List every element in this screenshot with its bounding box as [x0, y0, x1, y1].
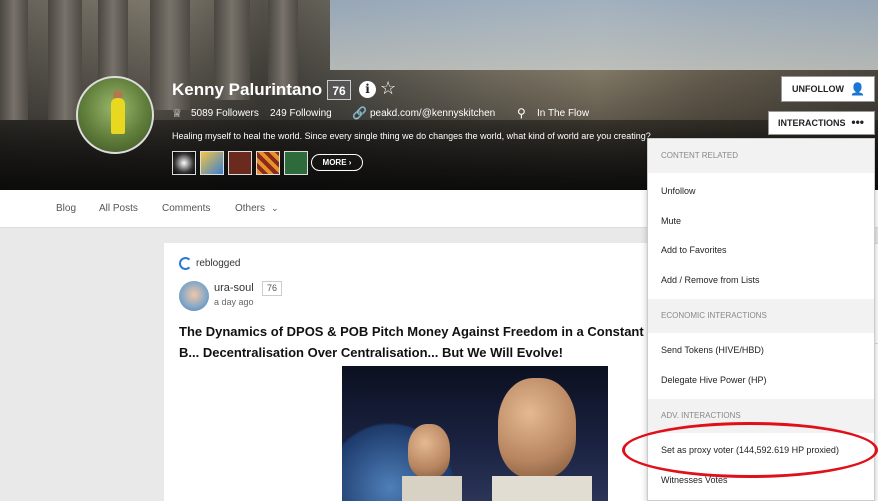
image-collar: [492, 476, 592, 501]
info-icon[interactable]: i: [359, 81, 376, 98]
more-label: MORE: [322, 158, 347, 167]
badge-icon[interactable]: [228, 151, 252, 175]
image-collar: [402, 476, 462, 501]
image-face: [498, 378, 576, 478]
profile-avatar[interactable]: [76, 76, 154, 154]
post-author[interactable]: ura-soul: [214, 282, 254, 294]
tab-blog[interactable]: Blog: [56, 203, 76, 214]
link-icon: 🔗: [352, 106, 367, 120]
badge-icon[interactable]: [172, 151, 196, 175]
post-time: a day ago: [214, 297, 254, 307]
interactions-button[interactable]: INTERACTIONS •••: [768, 111, 875, 135]
menu-section-content: CONTENT RELATED: [648, 139, 874, 173]
cover-pillar: [48, 0, 82, 120]
menu-item-delegate[interactable]: Delegate Hive Power (HP): [661, 375, 767, 385]
tab-comments[interactable]: Comments: [162, 203, 210, 214]
badge-icon[interactable]: [200, 151, 224, 175]
tab-others[interactable]: Others: [235, 203, 265, 214]
user-remove-icon: 👤: [850, 82, 865, 96]
image-face: [408, 424, 450, 478]
interactions-label: INTERACTIONS: [778, 118, 846, 128]
avatar-figure: [111, 98, 125, 134]
tab-all-posts[interactable]: All Posts: [99, 203, 138, 214]
location-text: In The Flow: [537, 108, 590, 119]
author-reputation: 76: [262, 281, 282, 296]
followers-count[interactable]: 5089 Followers: [191, 108, 259, 119]
cover-pillar: [0, 0, 28, 120]
post-title[interactable]: The Dynamics of DPOS & POB Pitch Money A…: [179, 321, 649, 363]
menu-item-send-tokens[interactable]: Send Tokens (HIVE/HBD): [661, 345, 764, 355]
chevron-down-icon[interactable]: ⌄: [271, 203, 279, 214]
location-pin-icon: ⚲: [517, 106, 526, 120]
highlight-annotation: [622, 422, 878, 478]
post-image[interactable]: [342, 366, 608, 501]
following-count[interactable]: 249 Following: [270, 108, 332, 119]
menu-item-mute[interactable]: Mute: [661, 216, 681, 226]
unfollow-label: UNFOLLOW: [792, 84, 844, 94]
menu-item-unfollow[interactable]: Unfollow: [661, 186, 696, 196]
star-icon[interactable]: ☆: [380, 78, 396, 99]
reblog-icon: [179, 257, 192, 270]
unfollow-button[interactable]: UNFOLLOW 👤: [781, 76, 875, 102]
cover-sky: [330, 0, 878, 70]
trophy-icon: ♕: [172, 108, 182, 120]
website-link[interactable]: peakd.com/@kennyskitchen: [370, 108, 495, 119]
more-dots-icon: •••: [851, 115, 864, 129]
reblog-label: reblogged: [196, 258, 241, 269]
menu-item-add-favorites[interactable]: Add to Favorites: [661, 245, 727, 255]
badge-icon[interactable]: [256, 151, 280, 175]
profile-name: Kenny Palurintano: [172, 80, 323, 99]
reputation-badge: 76: [327, 80, 351, 100]
author-avatar[interactable]: [179, 281, 209, 311]
more-badges-button[interactable]: MORE ›: [311, 154, 363, 171]
menu-section-economic: ECONOMIC INTERACTIONS: [648, 299, 874, 333]
menu-item-lists[interactable]: Add / Remove from Lists: [661, 275, 760, 285]
badge-icon[interactable]: [284, 151, 308, 175]
